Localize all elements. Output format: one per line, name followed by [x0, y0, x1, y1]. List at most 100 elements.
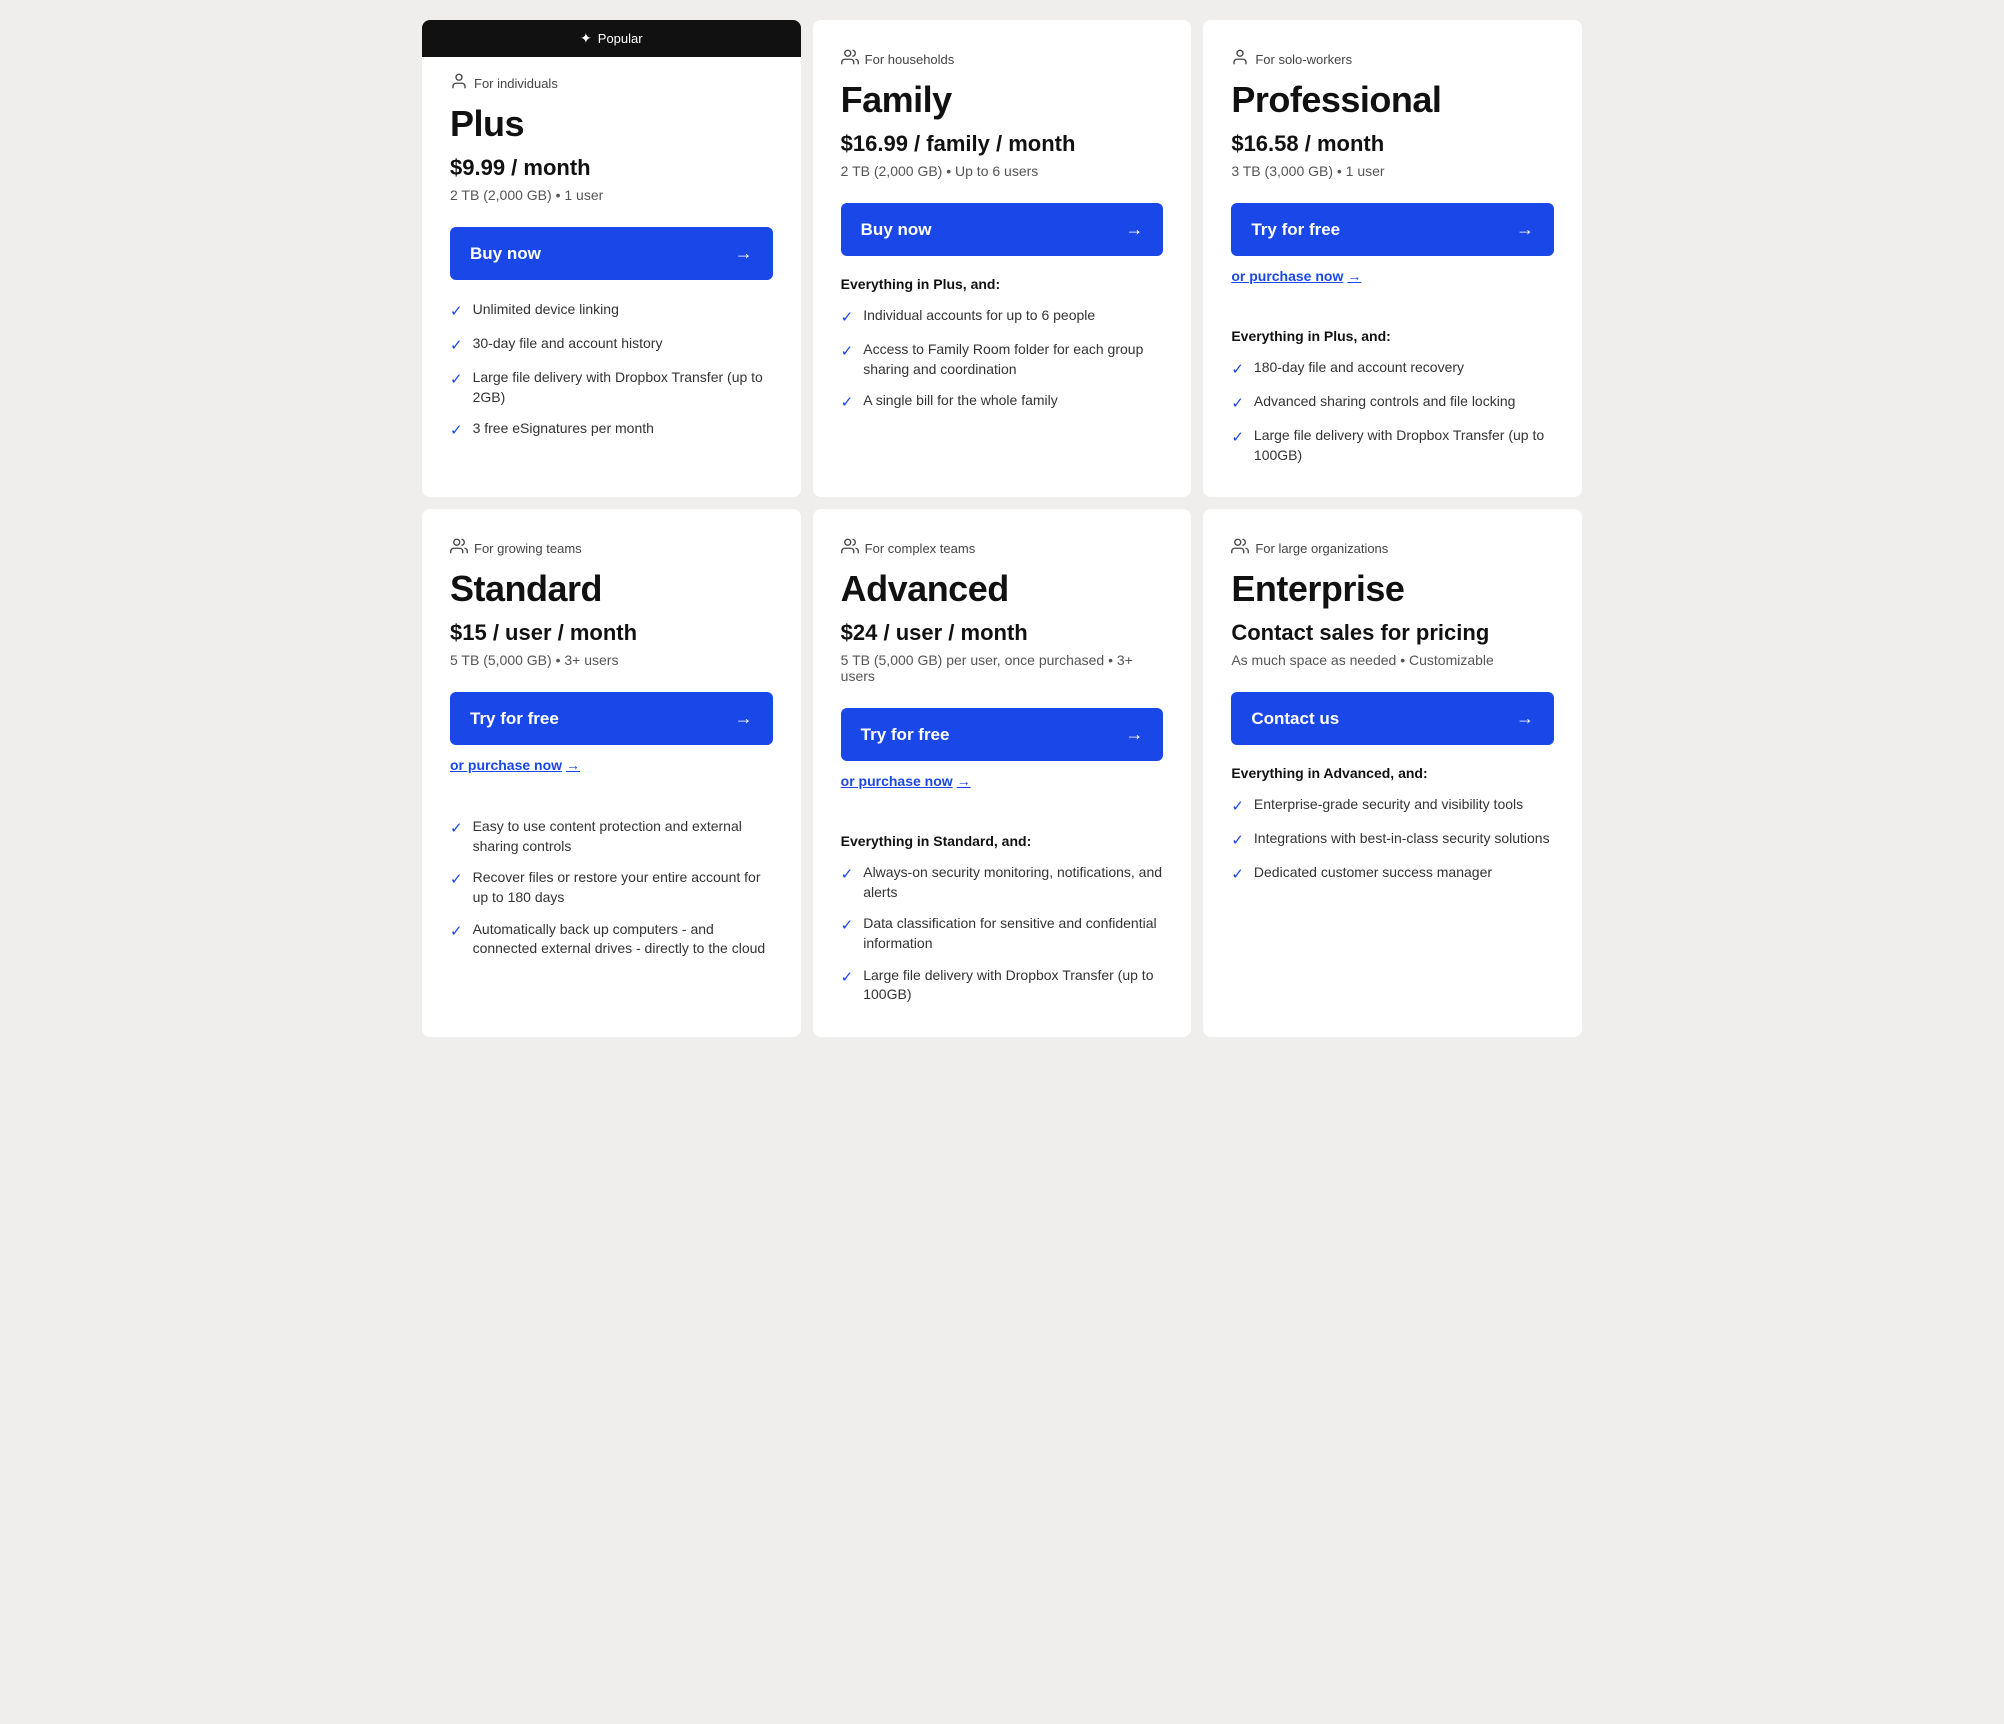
- feature-text: Large file delivery with Dropbox Transfe…: [473, 368, 773, 407]
- feature-text: Large file delivery with Dropbox Transfe…: [1254, 426, 1554, 465]
- plan-name: Professional: [1231, 79, 1554, 121]
- feature-list: ✓ Always-on security monitoring, notific…: [841, 863, 1164, 1005]
- plan-storage: 2 TB (2,000 GB) • 1 user: [450, 187, 773, 203]
- audience-icon: [1231, 537, 1249, 560]
- check-icon: ✓: [1231, 830, 1244, 851]
- feature-text: Unlimited device linking: [473, 300, 619, 320]
- plan-name: Advanced: [841, 568, 1164, 610]
- cta-label: Buy now: [470, 244, 541, 264]
- arrow-icon: →: [735, 708, 753, 729]
- feature-item: ✓ 180-day file and account recovery: [1231, 358, 1554, 380]
- feature-item: ✓ Unlimited device linking: [450, 300, 773, 322]
- feature-text: Dedicated customer success manager: [1254, 863, 1492, 883]
- cta-button[interactable]: Buy now →: [841, 203, 1164, 256]
- audience-icon: [841, 48, 859, 71]
- arrow-icon: →: [1516, 219, 1534, 240]
- feature-item: ✓ Integrations with best-in-class securi…: [1231, 829, 1554, 851]
- check-icon: ✓: [450, 818, 463, 839]
- feature-item: ✓ Large file delivery with Dropbox Trans…: [450, 368, 773, 407]
- feature-list: ✓ Easy to use content protection and ext…: [450, 817, 773, 959]
- feature-text: 3 free eSignatures per month: [473, 419, 654, 439]
- card-standard: For growing teams Standard $15 / user / m…: [422, 509, 801, 1037]
- feature-text: Large file delivery with Dropbox Transfe…: [863, 966, 1163, 1005]
- plan-storage: 5 TB (5,000 GB) • 3+ users: [450, 652, 773, 668]
- features-heading: Everything in Advanced, and:: [1231, 765, 1554, 781]
- cta-button[interactable]: Try for free →: [1231, 203, 1554, 256]
- feature-list: ✓ 180-day file and account recovery ✓ Ad…: [1231, 358, 1554, 465]
- purchase-now-link[interactable]: or purchase now →: [841, 773, 971, 789]
- feature-item: ✓ Advanced sharing controls and file loc…: [1231, 392, 1554, 414]
- audience-icon: [450, 72, 468, 95]
- feature-text: Recover files or restore your entire acc…: [473, 868, 773, 907]
- check-icon: ✓: [450, 420, 463, 441]
- cta-label: Buy now: [861, 220, 932, 240]
- feature-item: ✓ Dedicated customer success manager: [1231, 863, 1554, 885]
- plan-storage: As much space as needed • Customizable: [1231, 652, 1554, 668]
- card-enterprise: For large organizations EnterpriseContac…: [1203, 509, 1582, 1037]
- plan-price: $16.99 / family / month: [841, 131, 1164, 157]
- feature-item: ✓ Recover files or restore your entire a…: [450, 868, 773, 907]
- arrow-icon: →: [1125, 219, 1143, 240]
- cta-button[interactable]: Contact us →: [1231, 692, 1554, 745]
- sparkle-icon: ✦: [580, 30, 592, 47]
- check-icon: ✓: [841, 392, 854, 413]
- arrow-icon: →: [1347, 268, 1361, 284]
- cta-label: Try for free: [470, 709, 559, 729]
- feature-text: Advanced sharing controls and file locki…: [1254, 392, 1516, 412]
- popular-badge: ✦ Popular: [422, 20, 801, 57]
- plan-price: $24 / user / month: [841, 620, 1164, 646]
- feature-item: ✓ Automatically back up computers - and …: [450, 920, 773, 959]
- feature-item: ✓ Individual accounts for up to 6 people: [841, 306, 1164, 328]
- plan-name: Plus: [450, 103, 773, 145]
- plan-price: Contact sales for pricing: [1231, 620, 1554, 646]
- card-family: For households Family $16.99 / family / m…: [813, 20, 1192, 497]
- feature-list: ✓ Unlimited device linking ✓ 30-day file…: [450, 300, 773, 441]
- check-icon: ✓: [841, 967, 854, 988]
- plan-storage: 3 TB (3,000 GB) • 1 user: [1231, 163, 1554, 179]
- feature-item: ✓ Large file delivery with Dropbox Trans…: [1231, 426, 1554, 465]
- feature-item: ✓ Data classification for sensitive and …: [841, 914, 1164, 953]
- cta-button[interactable]: Try for free →: [841, 708, 1164, 761]
- feature-list: ✓ Individual accounts for up to 6 people…: [841, 306, 1164, 413]
- cta-label: Try for free: [1251, 220, 1340, 240]
- check-icon: ✓: [450, 921, 463, 942]
- plan-name: Family: [841, 79, 1164, 121]
- card-plus: ✦ Popular For individuals Plus$9.99 / mo…: [422, 20, 801, 497]
- check-icon: ✓: [1231, 393, 1244, 414]
- purchase-now-link[interactable]: or purchase now →: [450, 757, 580, 773]
- pricing-grid: ✦ Popular For individuals Plus$9.99 / mo…: [422, 20, 1582, 1037]
- feature-item: ✓ A single bill for the whole family: [841, 391, 1164, 413]
- audience-label: For individuals: [450, 72, 773, 95]
- audience-label: For households: [841, 48, 1164, 71]
- feature-text: Automatically back up computers - and co…: [473, 920, 773, 959]
- features-heading: Everything in Plus, and:: [841, 276, 1164, 292]
- popular-label: Popular: [598, 31, 643, 46]
- check-icon: ✓: [450, 335, 463, 356]
- check-icon: ✓: [841, 864, 854, 885]
- check-icon: ✓: [1231, 359, 1244, 380]
- arrow-icon: →: [957, 773, 971, 789]
- cta-button[interactable]: Try for free →: [450, 692, 773, 745]
- feature-text: 30-day file and account history: [473, 334, 663, 354]
- cta-button[interactable]: Buy now →: [450, 227, 773, 280]
- audience-label: For growing teams: [450, 537, 773, 560]
- feature-item: ✓ Easy to use content protection and ext…: [450, 817, 773, 856]
- feature-text: Access to Family Room folder for each gr…: [863, 340, 1163, 379]
- card-advanced: For complex teams Advanced$24 / user / m…: [813, 509, 1192, 1037]
- arrow-icon: →: [1125, 724, 1143, 745]
- cta-label: Contact us: [1251, 709, 1339, 729]
- check-icon: ✓: [450, 869, 463, 890]
- purchase-now-link[interactable]: or purchase now →: [1231, 268, 1361, 284]
- feature-item: ✓ Large file delivery with Dropbox Trans…: [841, 966, 1164, 1005]
- arrow-icon: →: [735, 243, 753, 264]
- plan-name: Standard: [450, 568, 773, 610]
- audience-icon: [450, 537, 468, 560]
- feature-text: 180-day file and account recovery: [1254, 358, 1464, 378]
- feature-text: Integrations with best-in-class security…: [1254, 829, 1550, 849]
- plan-price: $15 / user / month: [450, 620, 773, 646]
- feature-text: A single bill for the whole family: [863, 391, 1058, 411]
- check-icon: ✓: [841, 307, 854, 328]
- check-icon: ✓: [841, 915, 854, 936]
- feature-list: ✓ Enterprise-grade security and visibili…: [1231, 795, 1554, 885]
- feature-item: ✓ 30-day file and account history: [450, 334, 773, 356]
